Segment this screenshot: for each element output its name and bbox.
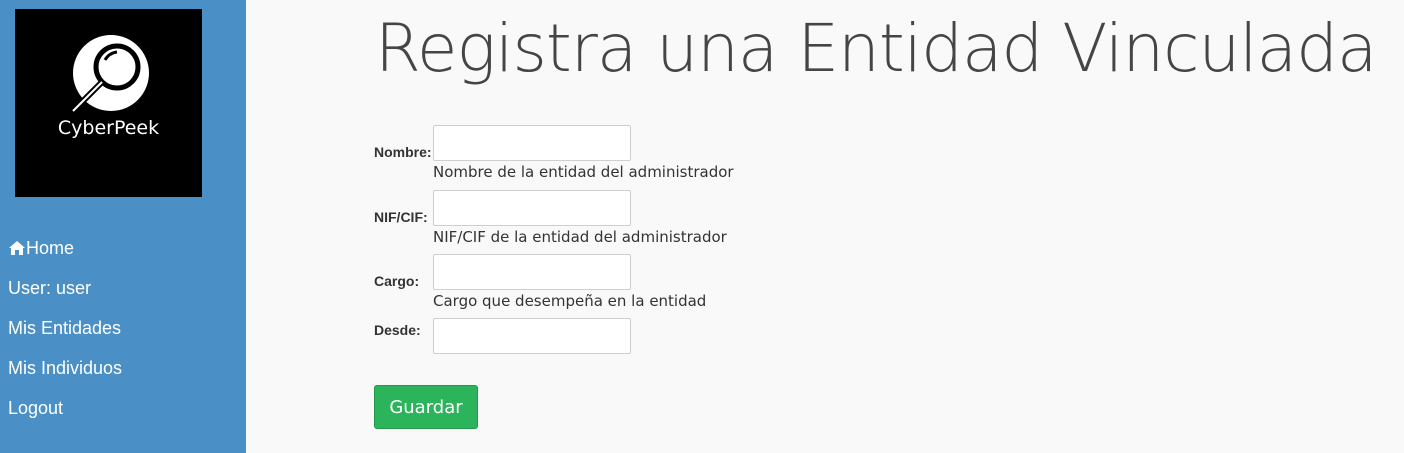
nif-input[interactable] xyxy=(433,190,631,226)
nav-home[interactable]: Home xyxy=(8,237,122,277)
nav-home-label: Home xyxy=(26,238,75,258)
sidebar: CyberPeek Home User: user Mis Entidades … xyxy=(0,0,246,453)
brand-name: CyberPeek xyxy=(57,117,160,139)
nif-help: NIF/CIF de la entidad del administrador xyxy=(433,228,727,246)
cargo-help: Cargo que desempeña en la entidad xyxy=(433,292,707,310)
nombre-input[interactable] xyxy=(433,125,631,161)
desde-label: Desde: xyxy=(374,322,421,338)
guardar-button[interactable]: Guardar xyxy=(374,385,478,429)
home-icon xyxy=(9,241,25,255)
nav-mis-entidades[interactable]: Mis Entidades xyxy=(8,317,122,357)
sidebar-nav: Home User: user Mis Entidades Mis Indivi… xyxy=(8,237,122,437)
desde-input[interactable] xyxy=(433,318,631,354)
nav-mis-individuos[interactable]: Mis Individuos xyxy=(8,357,122,397)
page-title: Registra una Entidad Vinculada xyxy=(375,10,1377,87)
nombre-label: Nombre: xyxy=(374,144,432,160)
nav-logout[interactable]: Logout xyxy=(8,397,122,437)
brand-logo[interactable]: CyberPeek xyxy=(15,9,202,197)
cargo-input[interactable] xyxy=(433,254,631,290)
nif-label: NIF/CIF: xyxy=(374,209,428,225)
magnifier-logo-icon xyxy=(70,35,149,114)
nombre-help: Nombre de la entidad del administrador xyxy=(433,163,734,181)
nav-user[interactable]: User: user xyxy=(8,277,122,317)
cargo-label: Cargo: xyxy=(374,273,420,289)
